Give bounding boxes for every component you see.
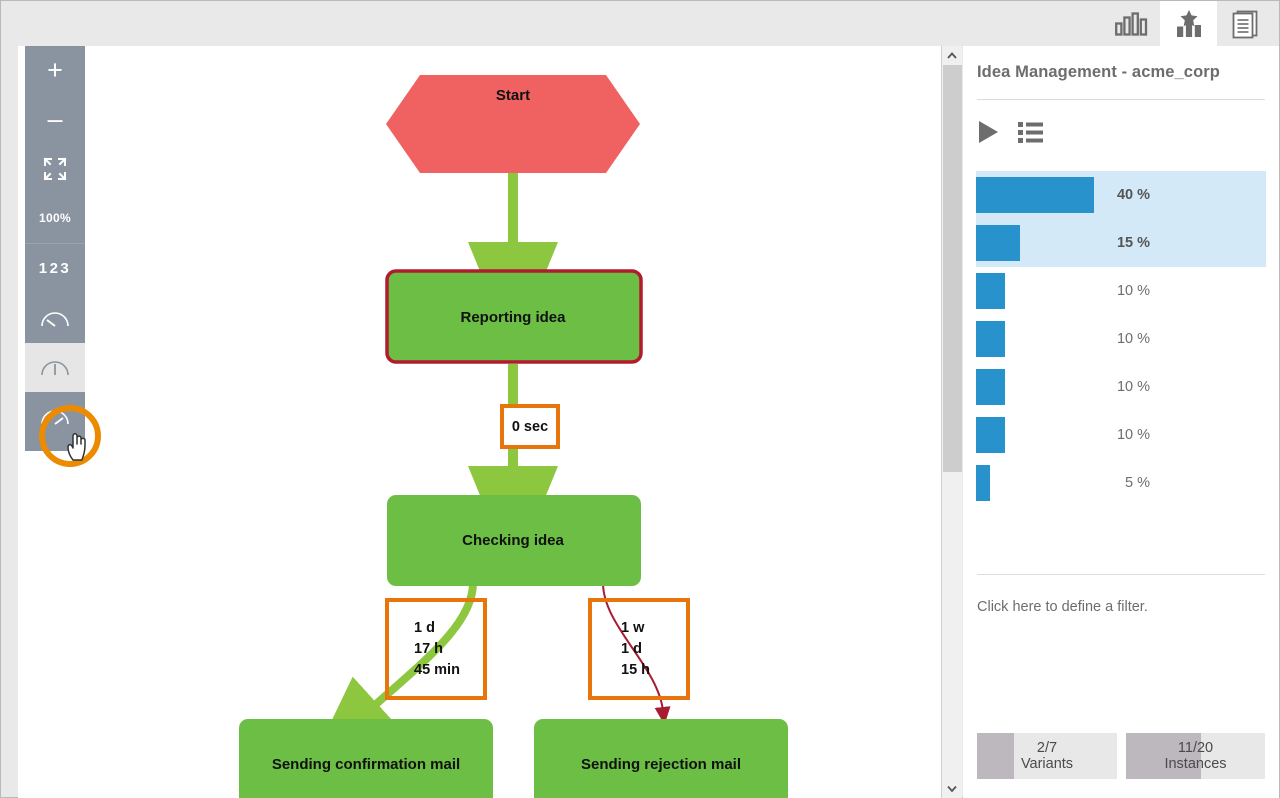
variant-bar (976, 273, 1005, 309)
node-sending-confirmation-mail-label: Sending confirmation mail (272, 756, 460, 773)
edge-label-zero-sec[interactable]: 0 sec (500, 404, 560, 449)
variant-frequency-chart: 40 % 15 % 10 % 10 % 10 % 10 % 5 % (976, 171, 1266, 507)
variant-percent-label: 5 % (1125, 475, 1150, 491)
edge-label-zero-sec-text: 0 sec (512, 419, 548, 435)
numbers-icon: 123 (38, 259, 72, 277)
page-title: Idea Management - acme_corp (977, 63, 1220, 81)
node-sending-confirmation-mail[interactable]: Sending confirmation mail (239, 719, 493, 798)
gauge-low-button[interactable] (25, 294, 85, 343)
variant-list-button[interactable] (1018, 121, 1043, 143)
minus-icon: – (47, 104, 63, 134)
scroll-down-button[interactable] (942, 779, 962, 798)
chevron-up-icon (947, 52, 957, 59)
variant-row[interactable]: 5 % (976, 459, 1266, 507)
gauge-mid-button[interactable] (25, 343, 85, 392)
gauge-high-button[interactable] (25, 392, 85, 441)
variant-row[interactable]: 10 % (976, 315, 1266, 363)
edge-label-line: 1 d (414, 620, 435, 636)
gauge-up-icon (41, 360, 69, 375)
node-start[interactable]: Start (386, 75, 640, 173)
canvas-vertical-scrollbar[interactable] (941, 46, 962, 798)
variant-percent-label: 10 % (1116, 379, 1150, 395)
variant-bar (976, 225, 1020, 261)
bar-chart-icon (1114, 11, 1147, 36)
variant-bar (976, 369, 1005, 405)
variant-row[interactable]: 15 % (976, 219, 1266, 267)
top-bar (1, 1, 1279, 46)
edge-label-one-week-one-day[interactable]: 1 w 1 d 15 h (588, 598, 690, 700)
panel-toolbar (977, 120, 1043, 144)
gauge-right-icon (41, 409, 69, 425)
fit-screen-button[interactable] (25, 144, 85, 193)
zoom-in-button[interactable]: + (25, 46, 85, 95)
edge-label-line: 1 d (621, 641, 642, 657)
node-sending-rejection-mail-label: Sending rejection mail (581, 756, 741, 773)
star-chart-tab[interactable] (1160, 1, 1217, 46)
instances-stat-label: Instances (1164, 756, 1227, 772)
variant-row[interactable]: 10 % (976, 363, 1266, 411)
documents-icon (1232, 10, 1257, 38)
zoom-toolbar: + – 100% 123 (25, 46, 85, 451)
variant-bar (976, 321, 1005, 357)
variant-row[interactable]: 40 % (976, 171, 1266, 219)
node-checking-idea-label: Checking idea (462, 532, 564, 549)
edge-label-line: 45 min (414, 662, 460, 678)
title-divider (977, 99, 1265, 100)
node-sending-rejection-mail[interactable]: Sending rejection mail (534, 719, 788, 798)
variant-bar (976, 177, 1094, 213)
filter-divider (977, 574, 1265, 575)
process-diagram-canvas[interactable]: Start Reporting idea Checking idea Sendi… (18, 46, 962, 798)
variants-stat-label: Variants (1020, 756, 1074, 772)
variants-stat-value: 2/7 (1036, 739, 1058, 756)
filter-placeholder[interactable]: Click here to define a filter. (977, 599, 1148, 615)
documents-tab[interactable] (1217, 1, 1274, 46)
variants-stat[interactable]: 2/7 Variants (977, 733, 1117, 779)
view-tab-strip (1103, 1, 1274, 46)
chevron-down-icon (947, 785, 957, 792)
node-checking-idea[interactable]: Checking idea (387, 495, 641, 586)
instances-stat-text: 11/20 Instances (1126, 733, 1266, 779)
frequency-metric-button[interactable]: 123 (25, 242, 85, 294)
node-reporting-idea[interactable]: Reporting idea (385, 269, 643, 364)
edge-label-line: 1 w (621, 620, 645, 636)
process-model-graphic: Start Reporting idea Checking idea Sendi… (239, 75, 788, 798)
variants-stat-text: 2/7 Variants (977, 733, 1117, 779)
node-start-label: Start (496, 87, 530, 104)
bar-chart-tab[interactable] (1103, 1, 1160, 46)
variant-percent-label: 10 % (1116, 427, 1150, 443)
instances-stat-value: 11/20 (1177, 739, 1214, 756)
variant-bar (976, 417, 1005, 453)
edge-label-line: 15 h (621, 662, 650, 678)
fit-screen-icon (43, 157, 67, 180)
variant-percent-label: 10 % (1116, 283, 1150, 299)
statistics-bar: 2/7 Variants 11/20 Instances (977, 733, 1265, 779)
plus-icon: + (47, 55, 63, 85)
node-reporting-idea-label: Reporting idea (460, 309, 566, 326)
scroll-up-button[interactable] (942, 46, 962, 65)
scrollbar-thumb[interactable] (943, 65, 962, 472)
zoom-level-button[interactable]: 100% (25, 193, 85, 242)
application-window: Start Reporting idea Checking idea Sendi… (0, 0, 1280, 798)
star-bar-chart-icon (1176, 9, 1201, 37)
zoom-out-button[interactable]: – (25, 95, 85, 144)
play-icon (979, 121, 998, 143)
variant-percent-label: 10 % (1116, 331, 1150, 347)
instances-stat[interactable]: 11/20 Instances (1125, 733, 1266, 779)
variant-row[interactable]: 10 % (976, 267, 1266, 315)
zoom-level-label: 100% (39, 210, 71, 225)
edge-label-line: 17 h (414, 641, 443, 657)
list-icon (1018, 122, 1043, 143)
analysis-side-panel: Idea Management - acme_corp 40 % 15 % 10… (963, 46, 1279, 798)
gauge-left-icon (41, 311, 69, 327)
variant-percent-label: 40 % (1116, 187, 1150, 203)
variant-row[interactable]: 10 % (976, 411, 1266, 459)
variant-bar (976, 465, 990, 501)
variant-percent-label: 15 % (1116, 235, 1150, 251)
play-button[interactable] (977, 120, 999, 144)
